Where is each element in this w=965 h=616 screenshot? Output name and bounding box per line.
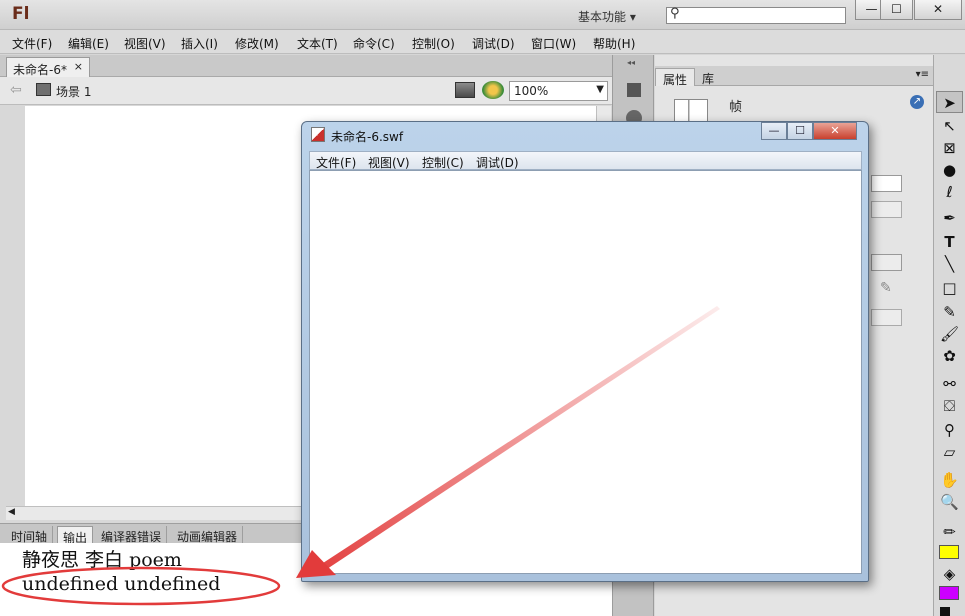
highlight-ellipse — [1, 566, 281, 606]
arrow-shaft — [323, 306, 720, 569]
annotation-overlay — [1, 306, 720, 606]
